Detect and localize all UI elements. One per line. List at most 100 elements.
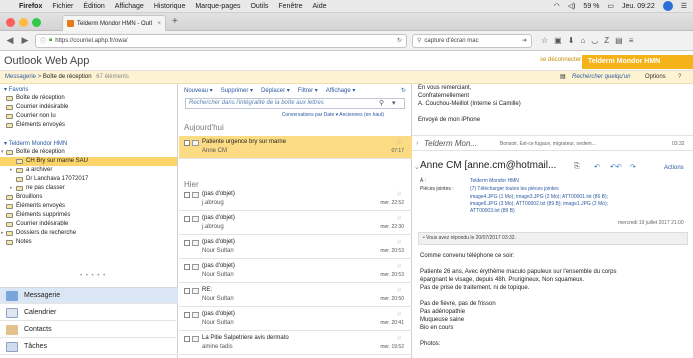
reading-list-icon[interactable]: ▣ — [554, 36, 562, 45]
sender-name[interactable]: Anne CM [anne.cm@hotmail... — [420, 160, 556, 171]
message-row[interactable]: (pas d'objet) j.abroug ⚐ mer. 22:52 — [179, 188, 412, 211]
menu-app-firefox[interactable]: Firefox — [14, 3, 47, 10]
mailbox-header[interactable]: ▾ Telderm Mondor HMN — [0, 138, 177, 148]
back-icon[interactable]: ◀ — [5, 35, 15, 46]
folder-item[interactable]: ▸ ne pas classer — [0, 184, 177, 193]
collapse-caret-icon[interactable]: ⌄ — [414, 163, 420, 171]
attachment-list-1[interactable]: image4.JPG (1 Mo); image3.JPG (2 Mo); AT… — [470, 194, 608, 200]
flag-icon[interactable]: ⚐ — [397, 191, 402, 198]
nav-contacts[interactable]: Contacts — [0, 322, 178, 338]
spotlight-icon[interactable] — [662, 1, 673, 11]
crumb-messagerie[interactable]: Messagerie — [5, 74, 36, 80]
menu-fichier[interactable]: Fichier — [47, 3, 78, 10]
url-bar[interactable]: ⓘ 🔒︎ https://courriel.aphp.fr/owa/ ↻ — [35, 33, 407, 48]
search-value[interactable]: capture d'écran mac — [424, 38, 478, 44]
menu-outils[interactable]: Outils — [245, 3, 273, 10]
fav-junk[interactable]: Courrier indésirable — [0, 103, 177, 112]
menu-affichage[interactable]: Affichage — [110, 3, 149, 10]
nav-taches[interactable]: Tâches — [0, 339, 178, 355]
options-menu[interactable]: Options — [645, 71, 666, 84]
zoom-window-icon[interactable] — [32, 18, 41, 27]
url-text[interactable]: https://courriel.aphp.fr/owa/ — [55, 38, 127, 44]
folder-item[interactable]: Notes — [0, 238, 177, 247]
reply-icon[interactable]: ↶ — [594, 163, 600, 171]
row-checkbox[interactable] — [184, 336, 190, 342]
actions-menu[interactable]: Actions — [664, 165, 684, 171]
row-checkbox[interactable] — [184, 288, 190, 294]
nav-messagerie[interactable]: Messagerie — [0, 288, 178, 304]
help-icon[interactable]: ? — [678, 71, 681, 84]
message-row[interactable]: RE: Nour Sultan ⚐ mer. 20:50 — [179, 284, 412, 307]
sound-icon[interactable]: ◁) — [568, 2, 576, 10]
pocket-icon[interactable]: ◡ — [591, 36, 598, 45]
download-all-link[interactable]: (7) Télécharger toutes les pièces jointe… — [470, 186, 559, 192]
minimize-window-icon[interactable] — [19, 18, 28, 27]
home-icon[interactable]: ⌂ — [580, 36, 585, 45]
nav-calendrier[interactable]: Calendrier — [0, 305, 178, 321]
download-icon[interactable]: ⬇ — [568, 36, 575, 45]
row-checkbox[interactable] — [184, 312, 190, 318]
row-checkbox[interactable] — [184, 192, 190, 198]
fav-unread[interactable]: Courrier non lu — [0, 112, 177, 121]
notification-center-icon[interactable]: ☰ — [681, 2, 687, 10]
menu-historique[interactable]: Historique — [149, 3, 191, 10]
signout-link[interactable]: se déconnecter — [540, 57, 581, 63]
folder-caret-icon[interactable]: ▸ — [10, 184, 13, 193]
view-button[interactable]: Affichage ▾ — [326, 87, 356, 94]
row-checkbox[interactable] — [184, 140, 190, 146]
hamburger-menu-icon[interactable]: ≡ — [629, 36, 634, 45]
forward-icon[interactable]: ▶ — [20, 35, 30, 46]
folder-item[interactable]: Éléments supprimés — [0, 211, 177, 220]
mailbox-search-input[interactable]: Rechercher dans l'intégralité de la boît… — [185, 98, 405, 109]
flag-icon[interactable]: ⚐ — [397, 215, 402, 222]
info-icon[interactable]: ⓘ — [40, 36, 46, 45]
search-icon[interactable]: ⚲ — [379, 99, 384, 107]
reply-all-icon[interactable]: ↶↶ — [610, 163, 622, 171]
browser-search-field[interactable]: ⚲ capture d'écran mac ➜ — [412, 33, 532, 48]
flag-icon[interactable]: ⚐ — [397, 335, 402, 342]
message-row[interactable]: (pas d'objet) j.abroug ⚐ mer. 22:30 — [179, 212, 412, 235]
folder-item[interactable]: Éléments envoyés — [0, 202, 177, 211]
flag-icon[interactable]: ⚐ — [397, 239, 402, 246]
sort-options[interactable]: Conversations par Date ▾ Anciennes (en h… — [179, 111, 412, 120]
move-button[interactable]: Déplacer ▾ — [261, 87, 290, 94]
conversation-item[interactable]: › Telderm Mon... Bonsoir, Est-ce fugace,… — [412, 135, 693, 151]
folder-caret-icon[interactable]: ▾ — [1, 148, 4, 157]
folder-caret-icon[interactable]: ▸ — [1, 229, 4, 238]
folder-item[interactable]: Dr Lanchava 17072017 — [0, 175, 177, 184]
message-row[interactable]: Patiente urgence bry sur marne Anne CM ⚐ 07… — [179, 136, 412, 159]
address-book-icon[interactable]: ▤ — [560, 71, 566, 84]
to-value[interactable]: Telderm Mondor HMN — [470, 178, 519, 184]
fav-inbox[interactable]: Boîte de réception — [0, 94, 177, 103]
search-go-icon[interactable]: ➜ — [522, 37, 527, 44]
folder-item[interactable]: Brouillons — [0, 193, 177, 202]
delete-button[interactable]: Supprimer ▾ — [221, 87, 253, 94]
wifi-icon[interactable]: ◠ — [554, 2, 560, 10]
folder-caret-icon[interactable]: ▸ — [10, 166, 13, 175]
tab-close-icon[interactable]: × — [157, 21, 161, 27]
message-row[interactable]: La Pitie Salpetriere avis dermato amine t… — [179, 332, 412, 355]
row-checkbox[interactable] — [184, 216, 190, 222]
new-button[interactable]: Nouveau ▾ — [184, 87, 213, 94]
folder-item[interactable]: ▸ Dossiers de recherche — [0, 229, 177, 238]
new-tab-icon[interactable]: + — [172, 16, 178, 27]
battery-icon[interactable]: ▭ — [607, 2, 614, 10]
pane-resize-grip[interactable]: • • • • • — [80, 273, 106, 279]
zotero-icon[interactable]: Z — [604, 36, 609, 45]
flag-icon[interactable]: ⚐ — [397, 311, 402, 318]
menu-fenetre[interactable]: Fenêtre — [273, 3, 307, 10]
folder-item[interactable]: ▸ a archiver — [0, 166, 177, 175]
expand-caret-icon[interactable]: › — [416, 136, 418, 152]
bookmark-star-icon[interactable]: ☆ — [541, 36, 548, 45]
battery-indicator[interactable]: 59 % — [583, 3, 599, 10]
message-row[interactable]: (pas d'objet) Nour Sultan ⚐ mer. 20:41 — [179, 308, 412, 331]
flag-icon[interactable]: ⚐ — [397, 139, 402, 146]
flag-icon[interactable]: ⚐ — [397, 287, 402, 294]
find-someone-field[interactable]: Rechercher quelqu'un — [572, 71, 631, 84]
row-checkbox[interactable] — [184, 264, 190, 270]
forward-icon[interactable]: ↷ — [630, 163, 636, 171]
extension-icon[interactable]: ▤ — [615, 36, 623, 45]
attachment-list-3[interactable]: ATT00003.txt (89 B) — [470, 208, 515, 214]
folder-item[interactable]: ▾ Boîte de réception — [0, 148, 177, 157]
menubar-clock[interactable]: Jeu. 09:22 — [622, 3, 655, 10]
